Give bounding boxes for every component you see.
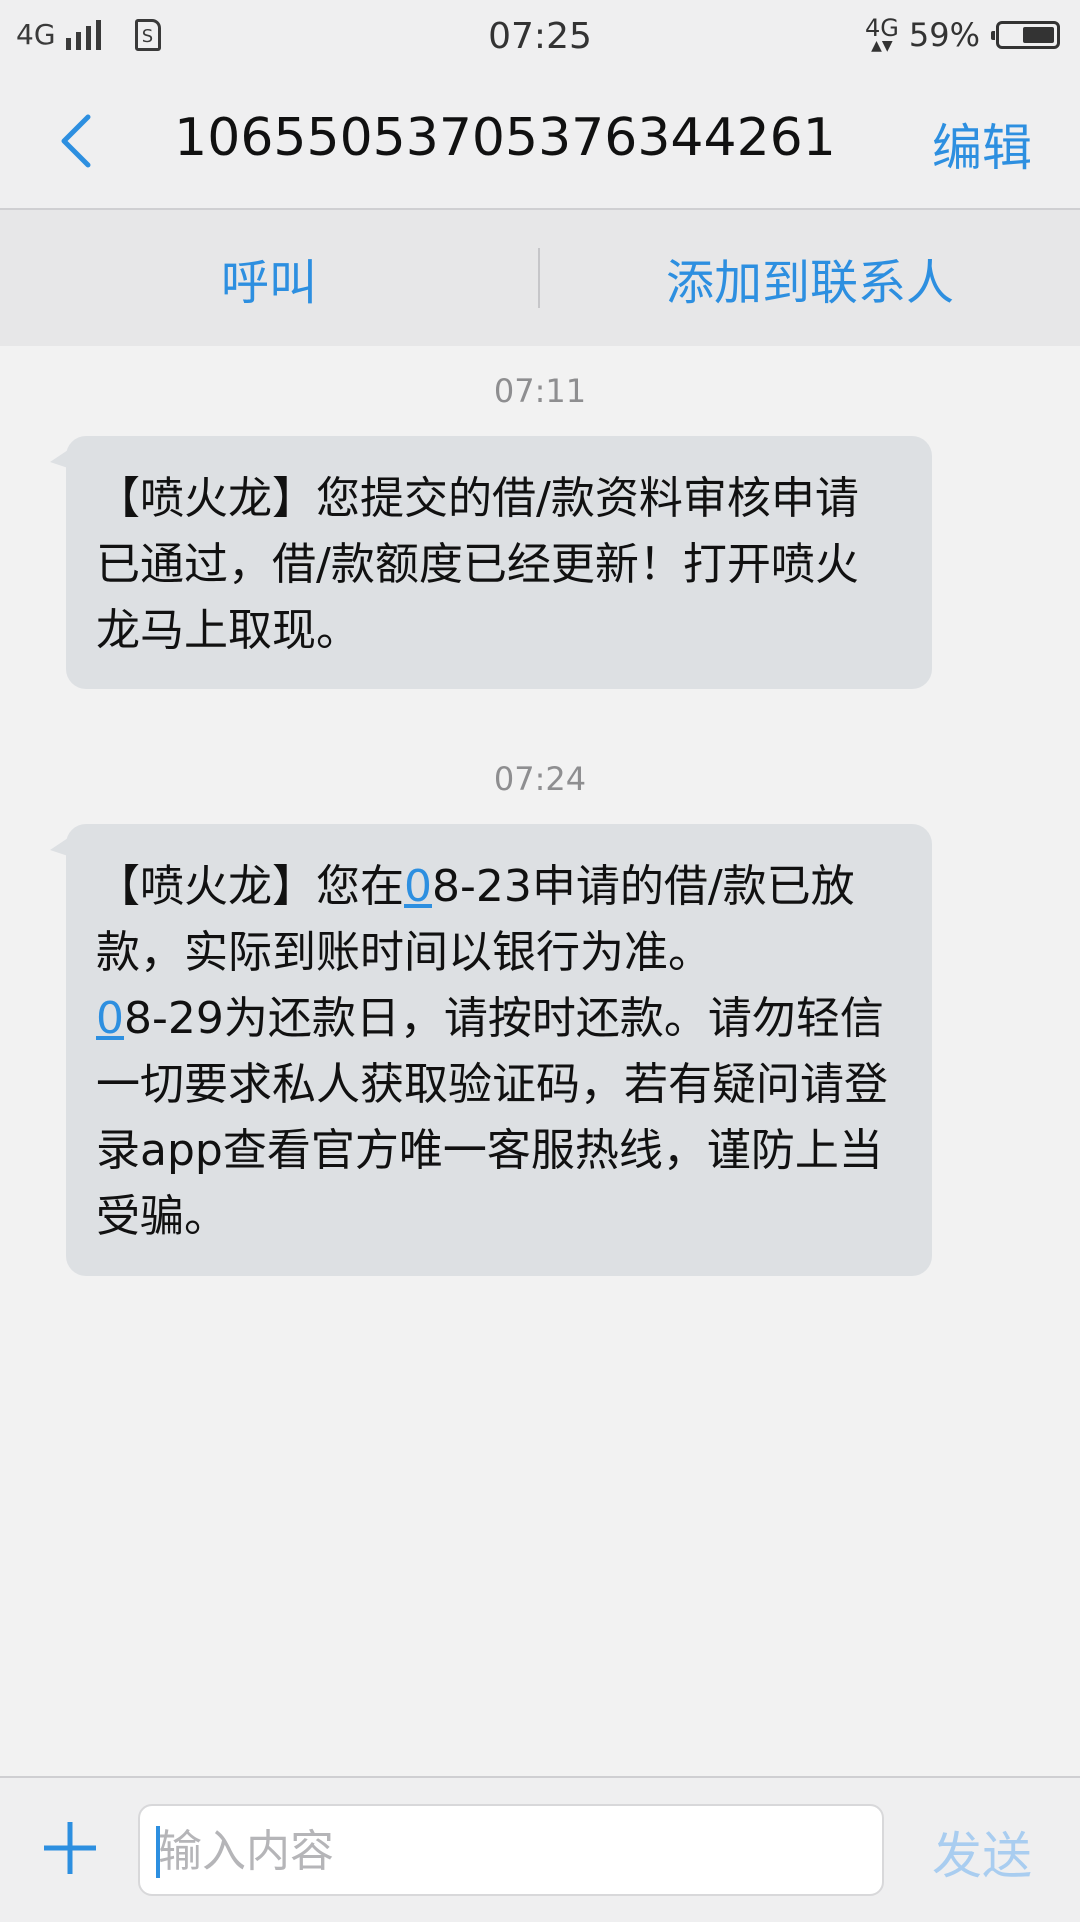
call-button[interactable]: 呼叫 xyxy=(0,210,538,346)
status-bar: 4G S 07:25 4G ▲▼ 59% xyxy=(0,0,1080,78)
message-text-part: 【喷火龙】您在 xyxy=(96,861,404,912)
message-timestamp: 07:24 xyxy=(493,760,587,798)
back-button[interactable] xyxy=(40,106,110,176)
sender-number: 10655053705376344261 xyxy=(174,108,836,168)
send-button[interactable]: 发送 xyxy=(932,1816,1032,1888)
date-link[interactable]: 0 xyxy=(96,993,124,1044)
message-input-placeholder: 输入内容 xyxy=(158,1826,334,1877)
battery-percent: 59% xyxy=(908,16,980,54)
conversation-header: 10655053705376344261 编辑 xyxy=(0,78,1080,210)
status-right: 4G ▲▼ 59% xyxy=(865,16,1060,54)
edit-button[interactable]: 编辑 xyxy=(932,108,1032,180)
chevron-left-icon xyxy=(61,114,91,168)
battery-level-fill xyxy=(1023,27,1054,43)
attach-button[interactable] xyxy=(40,1818,100,1878)
add-to-contacts-button[interactable]: 添加到联系人 xyxy=(540,210,1080,346)
contact-action-bar: 呼叫 添加到联系人 xyxy=(0,210,1080,346)
message-input[interactable]: 输入内容 xyxy=(138,1804,884,1896)
date-link[interactable]: 0 xyxy=(404,861,432,912)
message-text-part: 8-29为还款日，请按时还款。请勿轻信一切要求私人获取验证码，若有疑问请登录ap… xyxy=(96,993,888,1242)
battery-icon xyxy=(991,21,1060,49)
message-bubble[interactable]: 【喷火龙】您在08-23申请的借/款已放款，实际到账时间以银行为准。 08-29为… xyxy=(50,824,932,1276)
composer-bar: 输入内容 发送 xyxy=(0,1776,1080,1922)
message-text: 【喷火龙】您提交的借/款资料审核申请已通过，借/款额度已经更新！打开喷火龙马上取… xyxy=(96,473,859,656)
plus-icon xyxy=(44,1822,96,1874)
data-network-icon: 4G ▲▼ xyxy=(865,14,899,54)
message-bubble[interactable]: 【喷火龙】您提交的借/款资料审核申请已通过，借/款额度已经更新！打开喷火龙马上取… xyxy=(50,436,932,689)
message-timestamp: 07:11 xyxy=(493,372,587,410)
